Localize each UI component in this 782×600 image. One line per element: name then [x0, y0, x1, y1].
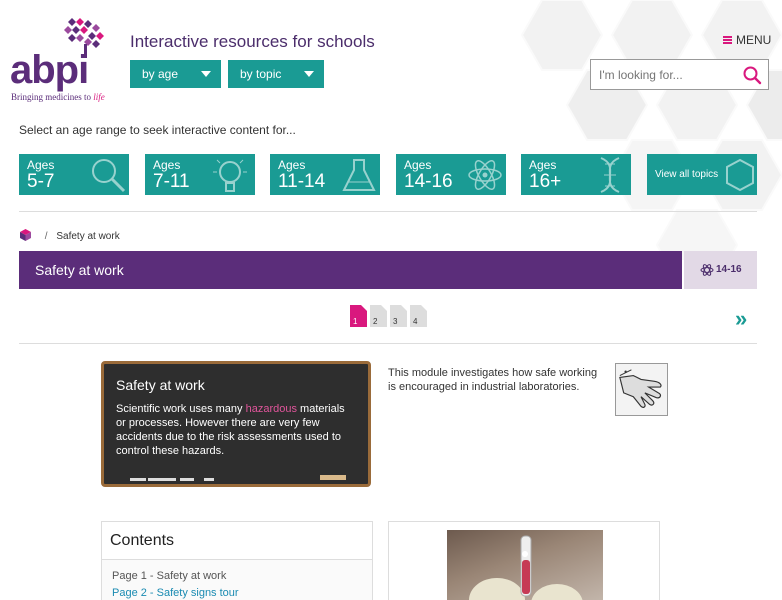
chalk: [180, 478, 194, 481]
by-topic-label: by topic: [240, 67, 282, 81]
view-all-topics-label: View all topics: [655, 169, 719, 180]
age-tile-5-7[interactable]: Ages 5-7: [19, 154, 129, 195]
page-fold: [401, 305, 407, 311]
breadcrumb-separator: /: [44, 231, 48, 242]
page-number: 4: [413, 317, 418, 326]
chevron-down-icon: [304, 71, 314, 77]
atom-icon: [700, 264, 714, 276]
blackboard-title: Safety at work: [116, 377, 205, 393]
age-tile-label: Ages: [153, 158, 181, 172]
contents-panel: Contents Page 1 - Safety at work Page 2 …: [101, 521, 373, 600]
hamburger-icon: [723, 36, 732, 44]
age-tile-label: Ages: [404, 158, 432, 172]
age-tile-11-14[interactable]: Ages 11-14: [270, 154, 380, 195]
lab-photo: [447, 530, 603, 600]
site-title: Interactive resources for schools: [130, 32, 375, 51]
by-topic-dropdown[interactable]: by topic: [228, 60, 324, 88]
dna-icon: [600, 157, 620, 193]
chalk: [130, 478, 146, 481]
next-page-icon[interactable]: »: [735, 306, 747, 332]
page-fold: [361, 305, 367, 311]
age-tile-14-16[interactable]: Ages 14-16: [396, 154, 506, 195]
search-box: [590, 59, 769, 90]
search-icon[interactable]: [742, 65, 762, 85]
eraser: [320, 475, 346, 480]
page-number: 2: [373, 317, 378, 326]
lab-photo-art: [469, 535, 583, 600]
page-fold: [421, 305, 427, 311]
age-tile-label: Ages: [278, 158, 306, 172]
age-badge: 14-16: [684, 251, 757, 289]
page-number: 3: [393, 317, 398, 326]
blackboard-panel: Safety at work Scientific work uses many…: [101, 361, 371, 487]
menu-button[interactable]: MENU: [723, 33, 771, 47]
view-all-topics-tile[interactable]: View all topics: [647, 154, 757, 195]
chalk: [204, 478, 214, 481]
search-input[interactable]: [591, 60, 731, 89]
age-tile-range: 14-16: [404, 171, 453, 192]
hazardous-link[interactable]: hazardous: [246, 403, 297, 415]
module-intro: This module investigates how safe workin…: [388, 367, 598, 393]
page-number: 1: [353, 317, 358, 326]
hand-icon[interactable]: [615, 363, 668, 416]
hexagon-icon: [726, 158, 754, 192]
age-prompt: Select an age range to seek interactive …: [19, 123, 296, 137]
divider: [19, 211, 757, 212]
page-1-button[interactable]: 1: [350, 305, 367, 327]
flask-icon: [342, 159, 376, 191]
age-tile-label: Ages: [529, 158, 557, 172]
age-tile-label: Ages: [27, 158, 55, 172]
by-age-dropdown[interactable]: by age: [130, 60, 221, 88]
chalk: [148, 478, 176, 481]
page-title: Safety at work: [19, 251, 682, 289]
contents-item-page-2[interactable]: Page 2 - Safety signs tour: [112, 587, 239, 599]
atom-icon: [468, 160, 502, 190]
age-tile-range: 5-7: [27, 171, 55, 192]
logo-tagline: Bringing medicines to life: [11, 92, 105, 102]
page-fold: [381, 305, 387, 311]
by-age-label: by age: [142, 67, 179, 81]
contents-item-page-1: Page 1 - Safety at work: [112, 570, 227, 582]
breadcrumb-current: Safety at work: [56, 231, 120, 242]
age-tile-16-plus[interactable]: Ages 16+: [521, 154, 631, 195]
photo-panel: [388, 521, 660, 600]
age-tile-range: 7-11: [153, 171, 190, 192]
magnifier-icon: [92, 159, 126, 193]
contents-heading: Contents: [102, 522, 372, 560]
page-4-button[interactable]: 4: [410, 305, 427, 327]
age-tile-range: 16+: [529, 171, 562, 192]
chevron-down-icon: [201, 71, 211, 77]
lightbulb-icon: [213, 159, 247, 192]
home-cube-icon[interactable]: [19, 228, 32, 242]
page-2-button[interactable]: 2: [370, 305, 387, 327]
breadcrumb: / Safety at work: [19, 228, 120, 242]
divider: [19, 343, 757, 344]
blackboard-text: Scientific work uses many hazardous mate…: [116, 403, 345, 457]
page-3-button[interactable]: 3: [390, 305, 407, 327]
menu-label: MENU: [736, 33, 772, 47]
age-tile-range: 11-14: [278, 171, 326, 192]
age-badge-label: 14-16: [716, 264, 742, 275]
logo-wordmark: abpi: [10, 48, 89, 92]
age-tile-7-11[interactable]: Ages 7-11: [145, 154, 255, 195]
